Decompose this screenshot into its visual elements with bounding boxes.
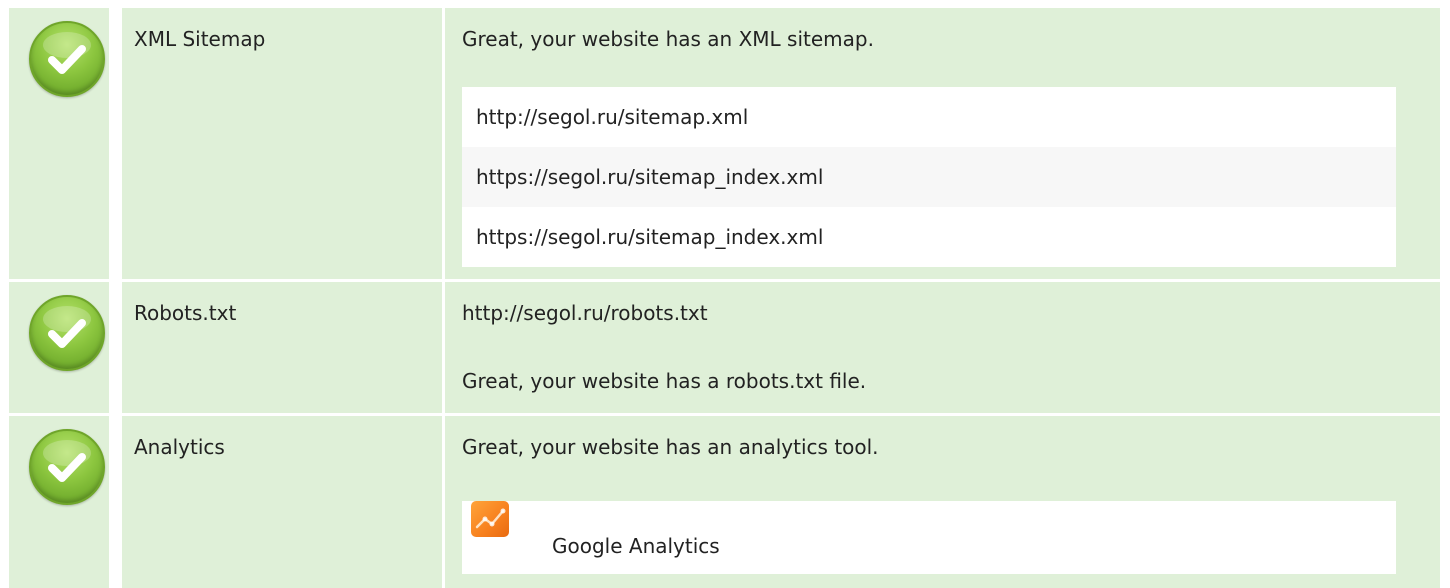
google-analytics-icon	[471, 501, 509, 537]
row-label: Robots.txt	[134, 301, 237, 325]
status-cell	[9, 416, 109, 588]
robots-url: http://segol.ru/robots.txt	[462, 301, 708, 325]
sitemap-list: http://segol.ru/sitemap.xml https://sego…	[462, 87, 1396, 267]
sitemap-url: https://segol.ru/sitemap_index.xml	[462, 207, 1396, 267]
check-circle-icon	[29, 295, 105, 371]
content-cell: http://segol.ru/robots.txt Great, your w…	[445, 282, 1440, 413]
row-label: XML Sitemap	[134, 27, 266, 51]
row-label: Analytics	[134, 435, 225, 459]
status-message: Great, your website has an analytics too…	[462, 435, 879, 459]
analytics-tool-item: Google Analytics	[462, 501, 1396, 574]
status-cell	[9, 8, 109, 279]
analytics-tool-name: Google Analytics	[552, 534, 720, 558]
report-row-xml-sitemap: XML Sitemap Great, your website has an X…	[0, 8, 1450, 279]
sitemap-url: http://segol.ru/sitemap.xml	[462, 87, 1396, 147]
status-message: Great, your website has an XML sitemap.	[462, 27, 874, 51]
sitemap-url: https://segol.ru/sitemap_index.xml	[462, 147, 1396, 207]
status-cell	[9, 282, 109, 413]
label-cell: Robots.txt	[122, 282, 442, 413]
report-row-robots-txt: Robots.txt http://segol.ru/robots.txt Gr…	[0, 282, 1450, 413]
check-circle-icon	[29, 21, 105, 97]
report-row-analytics: Analytics Great, your website has an ana…	[0, 416, 1450, 588]
check-circle-icon	[29, 429, 105, 505]
content-cell: Great, your website has an analytics too…	[445, 416, 1440, 588]
status-message: Great, your website has a robots.txt fil…	[462, 369, 867, 393]
label-cell: XML Sitemap	[122, 8, 442, 279]
label-cell: Analytics	[122, 416, 442, 588]
content-cell: Great, your website has an XML sitemap. …	[445, 8, 1440, 279]
